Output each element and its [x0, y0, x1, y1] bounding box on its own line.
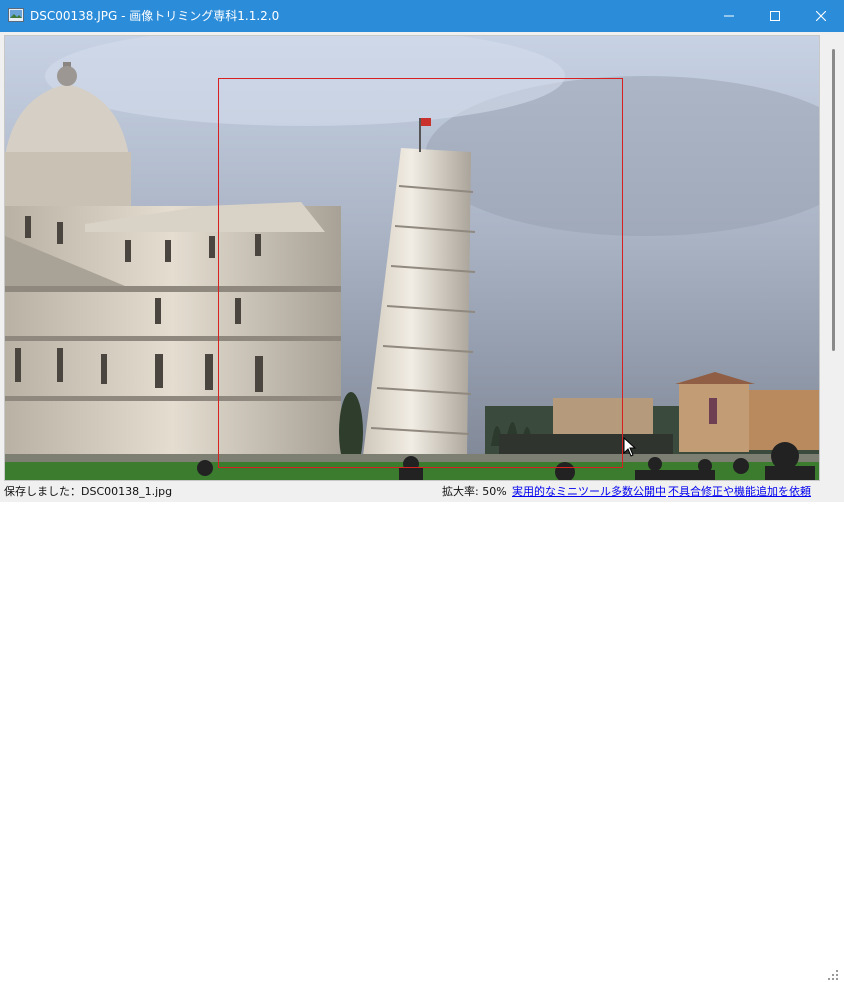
scrollbar-thumb[interactable] — [832, 49, 835, 351]
minimize-button[interactable] — [706, 0, 752, 32]
minimize-icon — [724, 15, 734, 17]
vertical-scrollbar[interactable] — [826, 35, 840, 481]
close-button[interactable] — [798, 0, 844, 32]
resize-grip-icon[interactable] — [826, 968, 840, 982]
request-link[interactable]: 不具合修正や機能追加を依頼 — [668, 482, 811, 502]
crop-selection-rectangle[interactable] — [218, 78, 623, 468]
zoom-level-text: 拡大率: 50% — [442, 485, 507, 498]
mouse-cursor-icon — [623, 437, 637, 457]
status-bar: 保存しました：DSC00138_1.jpg 拡大率: 50% 実用的なミニツール… — [0, 482, 844, 980]
maximize-button[interactable] — [752, 0, 798, 32]
image-view-area — [0, 32, 844, 482]
title-bar[interactable]: DSC00138.JPG - 画像トリミング専科1.1.2.0 — [0, 0, 844, 32]
window-title: DSC00138.JPG - 画像トリミング専科1.1.2.0 — [30, 9, 280, 23]
close-icon — [816, 11, 826, 21]
save-status-text: 保存しました：DSC00138_1.jpg — [4, 485, 173, 498]
tools-link[interactable]: 実用的なミニツール多数公開中 — [512, 482, 666, 502]
photo-app-icon — [8, 8, 24, 22]
maximize-icon — [770, 11, 780, 21]
